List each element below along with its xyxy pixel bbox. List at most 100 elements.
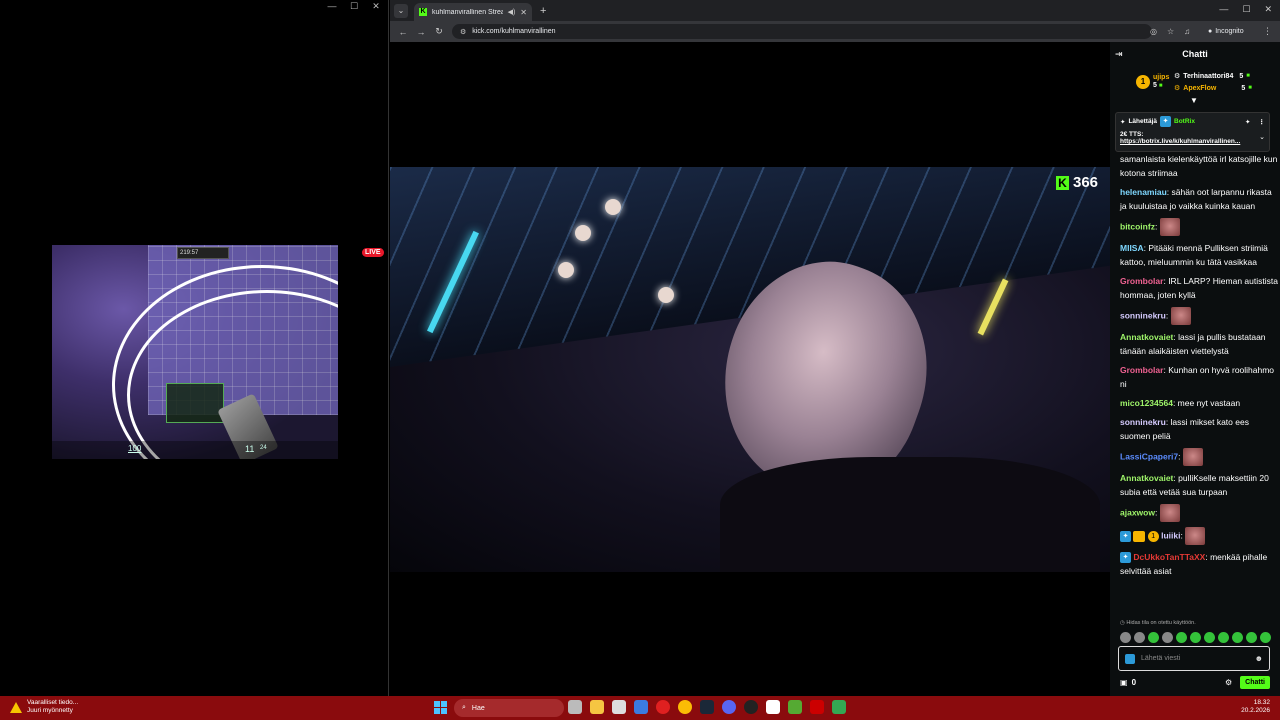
bot-badge-icon: ✦ [1160, 116, 1171, 127]
app-icon[interactable] [788, 700, 802, 714]
media-control-icon[interactable]: ♫ [1184, 27, 1190, 36]
file-explorer-icon[interactable] [590, 700, 604, 714]
close-button[interactable]: ✕ [370, 0, 382, 12]
system-clock[interactable]: 18.32 20.2.2026 [1241, 699, 1270, 715]
expand-leaderboard-icon[interactable]: ▼ [1190, 96, 1198, 105]
maximize-button[interactable]: ☐ [348, 0, 360, 12]
emote-image[interactable] [1185, 527, 1206, 545]
chat-title: Chatti [1182, 49, 1208, 59]
pinned-menu-icon[interactable]: ⋮ [1259, 118, 1266, 126]
windows-start-icon[interactable] [434, 701, 447, 714]
bookmark-star-icon[interactable]: ☆ [1167, 27, 1174, 36]
kick-logo-icon: K [1056, 175, 1069, 190]
chat-username[interactable]: Annatkovaiet [1120, 332, 1173, 342]
security-notification[interactable]: Vaaralliset tiedo... Juuri myönnetty [10, 699, 78, 715]
speaker-icon[interactable]: ◀) [508, 8, 516, 16]
obs-icon[interactable] [744, 700, 758, 714]
app-icon[interactable] [810, 700, 824, 714]
chat-username[interactable]: sonninekru [1120, 310, 1166, 320]
tab-close-icon[interactable]: ✕ [520, 8, 527, 17]
eye-off-icon[interactable]: ◎ [1150, 27, 1157, 36]
chat-message-input[interactable]: Lähetä viesti ☻ [1118, 646, 1270, 671]
leaderboard-item[interactable]: 1 ujips 5 ■ [1136, 74, 1169, 89]
pinned-link[interactable]: https://botrix.live/k/kuhlmanvirallinen.… [1120, 138, 1265, 145]
emote-button[interactable] [1176, 632, 1187, 643]
chat-username[interactable]: mico1234564 [1120, 398, 1173, 408]
pinned-message[interactable]: ✦ Lähettäjä ✦ BotRix ✦ ⋮ 2€ TTS: https:/… [1115, 112, 1270, 152]
chat-username[interactable]: sonninekru [1120, 417, 1166, 427]
video-lamp [575, 225, 591, 241]
points-icon[interactable]: ▣ [1120, 678, 1128, 687]
chat-username[interactable]: Grombolar [1120, 276, 1163, 286]
emote-image[interactable] [1159, 504, 1180, 522]
chat-panel: ⇥ Chatti 1 ujips 5 ■ ⚙ Terhinaattori84 5… [1110, 42, 1280, 696]
gear-icon[interactable]: ⚙ [1225, 678, 1232, 687]
pinned-sender: BotRix [1174, 118, 1195, 125]
minimize-button[interactable]: — [326, 0, 338, 12]
crown-badge-icon [1133, 530, 1146, 542]
chevron-down-icon[interactable]: ⌄ [1259, 133, 1265, 141]
pinned-sender-label: Lähettäjä [1128, 118, 1157, 125]
emote-button[interactable] [1260, 632, 1271, 643]
chat-username[interactable]: LassiCpaperi7 [1120, 451, 1178, 461]
emote-button[interactable] [1120, 632, 1131, 643]
leaderboard-item[interactable]: ⚙ Terhinaattori84 5 ■ [1174, 72, 1250, 81]
chat-username[interactable]: luiiki [1161, 530, 1180, 540]
chat-username[interactable]: MIISA [1120, 243, 1144, 253]
gem-icon: ■ [1248, 85, 1252, 91]
opera-icon[interactable] [656, 700, 670, 714]
unpin-icon[interactable]: ✦ [1245, 118, 1250, 126]
maximize-button[interactable]: ☐ [1242, 4, 1250, 15]
emote-button[interactable] [1162, 632, 1173, 643]
emote-image[interactable] [1170, 307, 1191, 325]
chat-message: Grombolar: Kunhan on hyvä roolihahmo ni [1120, 365, 1275, 389]
minimize-button[interactable]: — [1219, 4, 1228, 15]
emote-button[interactable] [1204, 632, 1215, 643]
taskbar-search[interactable]: ⌕ Hae [454, 699, 564, 717]
tab-kick-stream[interactable]: K kuhlmanvirallinen Stream ◀) ✕ [414, 3, 532, 21]
mail-icon[interactable] [634, 700, 648, 714]
chat-username[interactable]: Annatkovaiet [1120, 473, 1173, 483]
reload-icon[interactable]: ↻ [430, 26, 448, 37]
emote-image[interactable] [1159, 218, 1180, 236]
close-button[interactable]: ✕ [1264, 4, 1272, 15]
forward-arrow-icon[interactable]: → [412, 27, 430, 37]
game-stats-panel [166, 383, 224, 423]
chat-username[interactable]: helenamiau [1120, 187, 1167, 197]
site-info-icon[interactable]: ⚙ [460, 28, 466, 36]
send-chat-button[interactable]: Chatti [1240, 675, 1270, 689]
emote-button[interactable] [1148, 632, 1159, 643]
leaderboard-count: 5 [1241, 84, 1246, 92]
app-icon[interactable] [612, 700, 626, 714]
emote-button[interactable] [1246, 632, 1257, 643]
steam-icon[interactable] [700, 700, 714, 714]
chat-username[interactable]: DcUkkoTanTTaXX [1133, 552, 1205, 562]
leaderboard-item[interactable]: ⚙ ApexFlow 5 ■ [1174, 84, 1252, 93]
video-player[interactable]: K 366 [390, 42, 1110, 696]
task-view-icon[interactable] [568, 700, 582, 714]
app-icon[interactable] [832, 700, 846, 714]
emote-button[interactable] [1190, 632, 1201, 643]
back-arrow-icon[interactable]: ← [394, 27, 412, 37]
stream-video[interactable] [390, 167, 1110, 572]
emote-image[interactable] [1182, 448, 1203, 466]
app-icon[interactable] [766, 700, 780, 714]
tab-search-button[interactable]: ⌄ [394, 3, 408, 18]
chrome-icon[interactable] [678, 700, 692, 714]
chat-username[interactable]: bitcoinfz [1120, 221, 1155, 231]
incognito-indicator[interactable]: ● Incognito [1208, 28, 1244, 35]
new-tab-button[interactable]: + [540, 5, 546, 17]
browser-menu-icon[interactable]: ⋮ [1263, 26, 1272, 37]
chat-username[interactable]: Grombolar [1120, 365, 1163, 375]
url-field[interactable]: ⚙ kick.com/kuhlmanvirallinen [452, 24, 1152, 39]
pinned-header: ✦ Lähettäjä ✦ BotRix ✦ ⋮ [1120, 116, 1265, 127]
emote-button[interactable] [1134, 632, 1145, 643]
game-hud-timer: 219:57 [177, 247, 229, 259]
chat-username[interactable]: ajaxwow [1120, 507, 1155, 517]
emoji-picker-icon[interactable]: ☻ [1255, 654, 1263, 663]
emote-button[interactable] [1218, 632, 1229, 643]
emote-button[interactable] [1232, 632, 1243, 643]
game-preview[interactable]: 219:57 100 11 24 [52, 245, 338, 459]
discord-icon[interactable] [722, 700, 736, 714]
collapse-chat-icon[interactable]: ⇥ [1115, 49, 1123, 60]
